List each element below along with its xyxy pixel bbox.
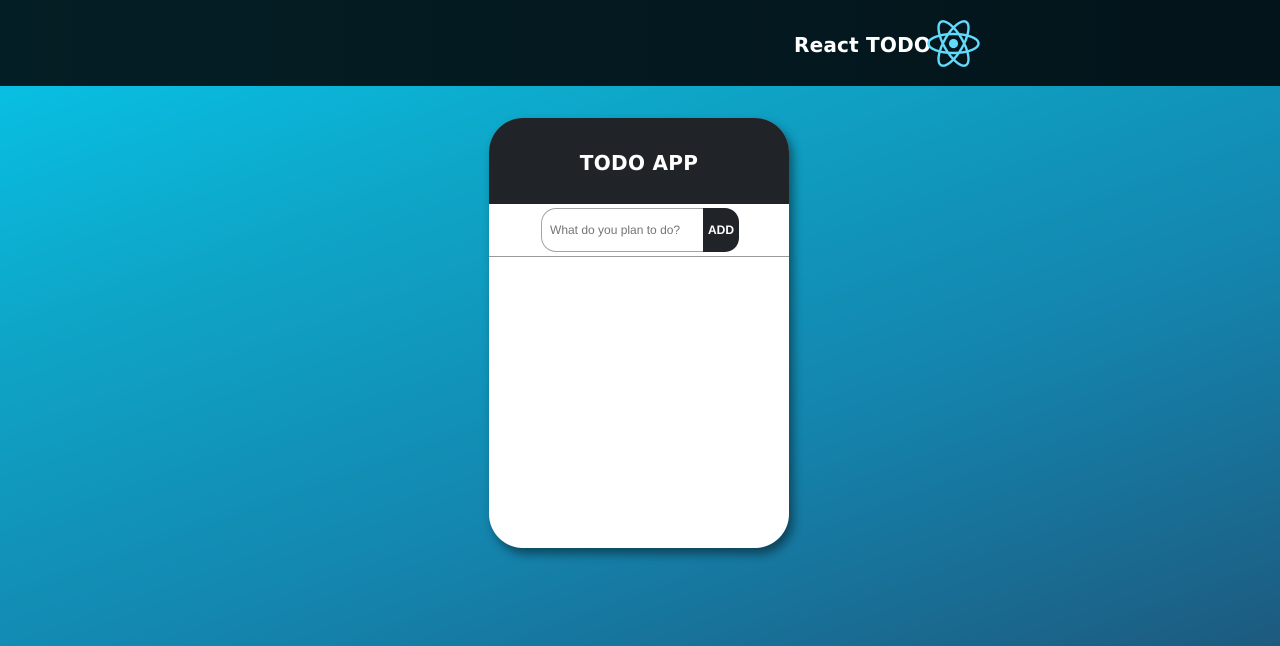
add-todo-form: ADD	[541, 208, 739, 252]
todo-input[interactable]	[541, 208, 705, 252]
brand-title: React TODO	[794, 33, 932, 57]
divider	[489, 256, 789, 257]
react-atom-icon	[927, 20, 980, 67]
todo-card-header: TODO APP	[489, 118, 789, 204]
todo-list	[489, 258, 789, 548]
top-navbar: React TODO	[0, 0, 1280, 86]
todo-card: TODO APP ADD	[489, 118, 789, 548]
todo-app-title: TODO APP	[579, 151, 699, 175]
add-button[interactable]: ADD	[703, 208, 739, 252]
